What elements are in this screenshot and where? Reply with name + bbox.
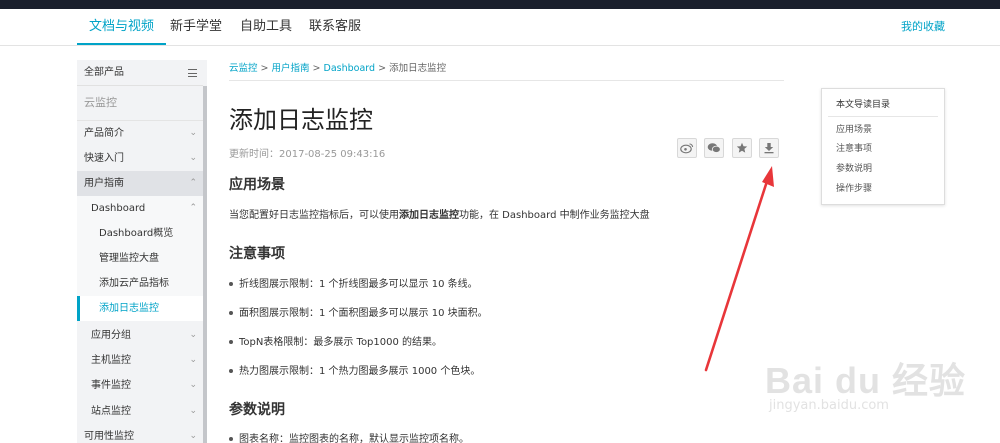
sidebar-item-manage-dashboard[interactable]: 管理监控大盘 (77, 246, 203, 271)
bullet-dot (229, 369, 233, 373)
annotation-arrow (704, 166, 774, 372)
list-item-text: 图表名称：监控图表的名称，默认显示监控项名称。 (239, 434, 469, 443)
nav-docs-videos[interactable]: 文档与视频 (77, 9, 167, 45)
bullet-dot (229, 340, 233, 344)
section-heading-params: 参数说明 (229, 402, 285, 418)
chevron-up-icon: ⌃ (189, 203, 197, 213)
breadcrumb-current: 添加日志监控 (389, 63, 447, 74)
list-item: TopN表格限制：最多展示 Top1000 的结果。 (229, 333, 442, 348)
sidebar-product-title: 云监控 (77, 92, 203, 114)
update-time: 更新时间：2017-08-25 09:43:16 (229, 149, 386, 160)
breadcrumb-separator: > (309, 63, 324, 74)
sidebar-item-add-log-monitor[interactable]: 添加日志监控 (77, 296, 203, 321)
sidebar: 全部产品 云监控 产品简介 ⌄ 快速入门 ⌄ 用户指南 ⌃ Dashboard ⌃ Da… (77, 60, 207, 443)
breadcrumb-separator: > (375, 63, 390, 74)
sidebar-product-label: 云监控 (84, 96, 117, 109)
sidebar-item-site-monitor[interactable]: 站点监控 ⌄ (77, 399, 203, 424)
toc-item-params[interactable]: 参数说明 (836, 161, 872, 174)
sidebar-item-label: 事件监控 (91, 380, 131, 391)
sidebar-item-host-monitor[interactable]: 主机监控 ⌄ (77, 348, 203, 373)
list-item: 面积图展示限制：1 个面积图最多可以展示 10 块面积。 (229, 304, 488, 319)
toc-item-scenario[interactable]: 应用场景 (836, 122, 872, 135)
sidebar-item-add-cloud-metric[interactable]: 添加云产品指标 (77, 271, 203, 296)
sidebar-item-app-groups[interactable]: 应用分组 ⌄ (77, 323, 203, 348)
sidebar-item-label: 站点监控 (91, 406, 131, 417)
sidebar-item-dashboard-overview[interactable]: Dashboard概览 (77, 221, 203, 246)
scenario-paragraph: 当您配置好日志监控指标后，可以使用添加日志监控功能，在 Dashboard 中制… (229, 206, 650, 221)
bullet-dot (229, 311, 233, 315)
sidebar-item-product-intro[interactable]: 产品简介 ⌄ (77, 121, 203, 146)
wechat-icon[interactable] (704, 138, 724, 158)
paragraph-text: 当您配置好日志监控指标后，可以使用 (229, 210, 399, 221)
paragraph-text: 功能，在 Dashboard 中制作业务监控大盘 (459, 210, 650, 221)
menu-icon[interactable] (188, 69, 197, 77)
all-products-label: 全部产品 (84, 67, 124, 78)
sidebar-item-label: 添加云产品指标 (99, 278, 169, 289)
star-icon[interactable] (732, 138, 752, 158)
watermark-url: jingyan.baidu.com (769, 398, 889, 413)
sidebar-item-dashboard[interactable]: Dashboard ⌃ (77, 196, 203, 221)
sidebar-scrollbar[interactable] (203, 86, 207, 443)
toc-divider (828, 116, 938, 117)
bullet-dot (229, 437, 233, 441)
sidebar-item-label: 可用性监控 (84, 431, 134, 442)
list-item-text: 热力图展示限制：1 个热力图最多展示 1000 个色块。 (239, 366, 481, 377)
list-item-text: TopN表格限制：最多展示 Top1000 的结果。 (239, 337, 443, 348)
paragraph-bold-text: 添加日志监控 (399, 210, 459, 221)
sidebar-item-label: Dashboard概览 (99, 228, 174, 239)
toc-item-steps[interactable]: 操作步骤 (836, 181, 872, 194)
breadcrumb-link-cloud-monitor[interactable]: 云监控 (229, 63, 258, 74)
all-products-header[interactable]: 全部产品 (77, 60, 203, 86)
toc-title: 本文导读目录 (836, 100, 891, 110)
bullet-dot (229, 282, 233, 286)
list-item: 热力图展示限制：1 个热力图最多展示 1000 个色块。 (229, 362, 480, 377)
sidebar-item-label: Dashboard (91, 203, 146, 214)
sidebar-item-quickstart[interactable]: 快速入门 ⌄ (77, 146, 203, 171)
sidebar-item-label: 用户指南 (84, 178, 124, 189)
breadcrumb-divider (229, 80, 784, 81)
list-item-text: 面积图展示限制：1 个面积图最多可以展示 10 块面积。 (239, 308, 488, 319)
breadcrumb-link-dashboard[interactable]: Dashboard (324, 63, 376, 74)
sidebar-item-label: 快速入门 (84, 153, 124, 164)
chevron-up-icon: ⌃ (189, 178, 197, 188)
list-item: 折线图展示限制：1 个折线图最多可以显示 10 条线。 (229, 275, 478, 290)
list-item-text: 折线图展示限制：1 个折线图最多可以显示 10 条线。 (239, 279, 478, 290)
chevron-down-icon: ⌄ (189, 406, 197, 416)
breadcrumb-link-user-guide[interactable]: 用户指南 (272, 63, 310, 74)
sidebar-item-user-guide[interactable]: 用户指南 ⌃ (77, 171, 203, 196)
nav-self-service[interactable]: 自助工具 (240, 9, 292, 45)
download-icon[interactable] (759, 138, 779, 158)
sidebar-item-label: 应用分组 (91, 330, 131, 341)
toc-item-notes[interactable]: 注意事项 (836, 141, 872, 154)
breadcrumb-separator: > (257, 63, 272, 74)
section-heading-scenario: 应用场景 (229, 177, 285, 193)
page-title: 添加日志监控 (229, 106, 373, 134)
section-heading-notes: 注意事项 (229, 246, 285, 262)
sidebar-item-label: 添加日志监控 (99, 303, 159, 314)
chevron-down-icon: ⌄ (189, 330, 197, 340)
watermark-logo-text: Bai du 经验 (765, 360, 967, 401)
breadcrumb: 云监控 > 用户指南 > Dashboard > 添加日志监控 (229, 60, 446, 74)
baidu-jingyan-watermark: Bai du 经验 jingyan.baidu.com (765, 352, 967, 413)
chevron-down-icon: ⌄ (189, 128, 197, 138)
sidebar-item-event-monitor[interactable]: 事件监控 ⌄ (77, 373, 203, 398)
sidebar-item-label: 主机监控 (91, 355, 131, 366)
my-favorites-link[interactable]: 我的收藏 (901, 9, 945, 45)
chevron-down-icon: ⌄ (189, 355, 197, 365)
sidebar-item-label: 管理监控大盘 (99, 253, 159, 264)
top-banner-strip (0, 0, 1000, 9)
nav-beginner-school[interactable]: 新手学堂 (170, 9, 222, 45)
list-item: 图表名称：监控图表的名称，默认显示监控项名称。 (229, 430, 469, 443)
chevron-down-icon: ⌄ (189, 431, 197, 441)
chevron-down-icon: ⌄ (189, 153, 197, 163)
table-of-contents: 本文导读目录 应用场景 注意事项 参数说明 操作步骤 (821, 88, 945, 205)
sidebar-item-availability-monitor[interactable]: 可用性监控 ⌄ (77, 424, 203, 443)
sidebar-item-label: 产品简介 (84, 128, 124, 139)
chevron-down-icon: ⌄ (189, 380, 197, 390)
top-navigation: 文档与视频 新手学堂 自助工具 联系客服 我的收藏 (0, 9, 1000, 46)
weibo-icon[interactable] (677, 138, 697, 158)
nav-contact-support[interactable]: 联系客服 (309, 9, 361, 45)
